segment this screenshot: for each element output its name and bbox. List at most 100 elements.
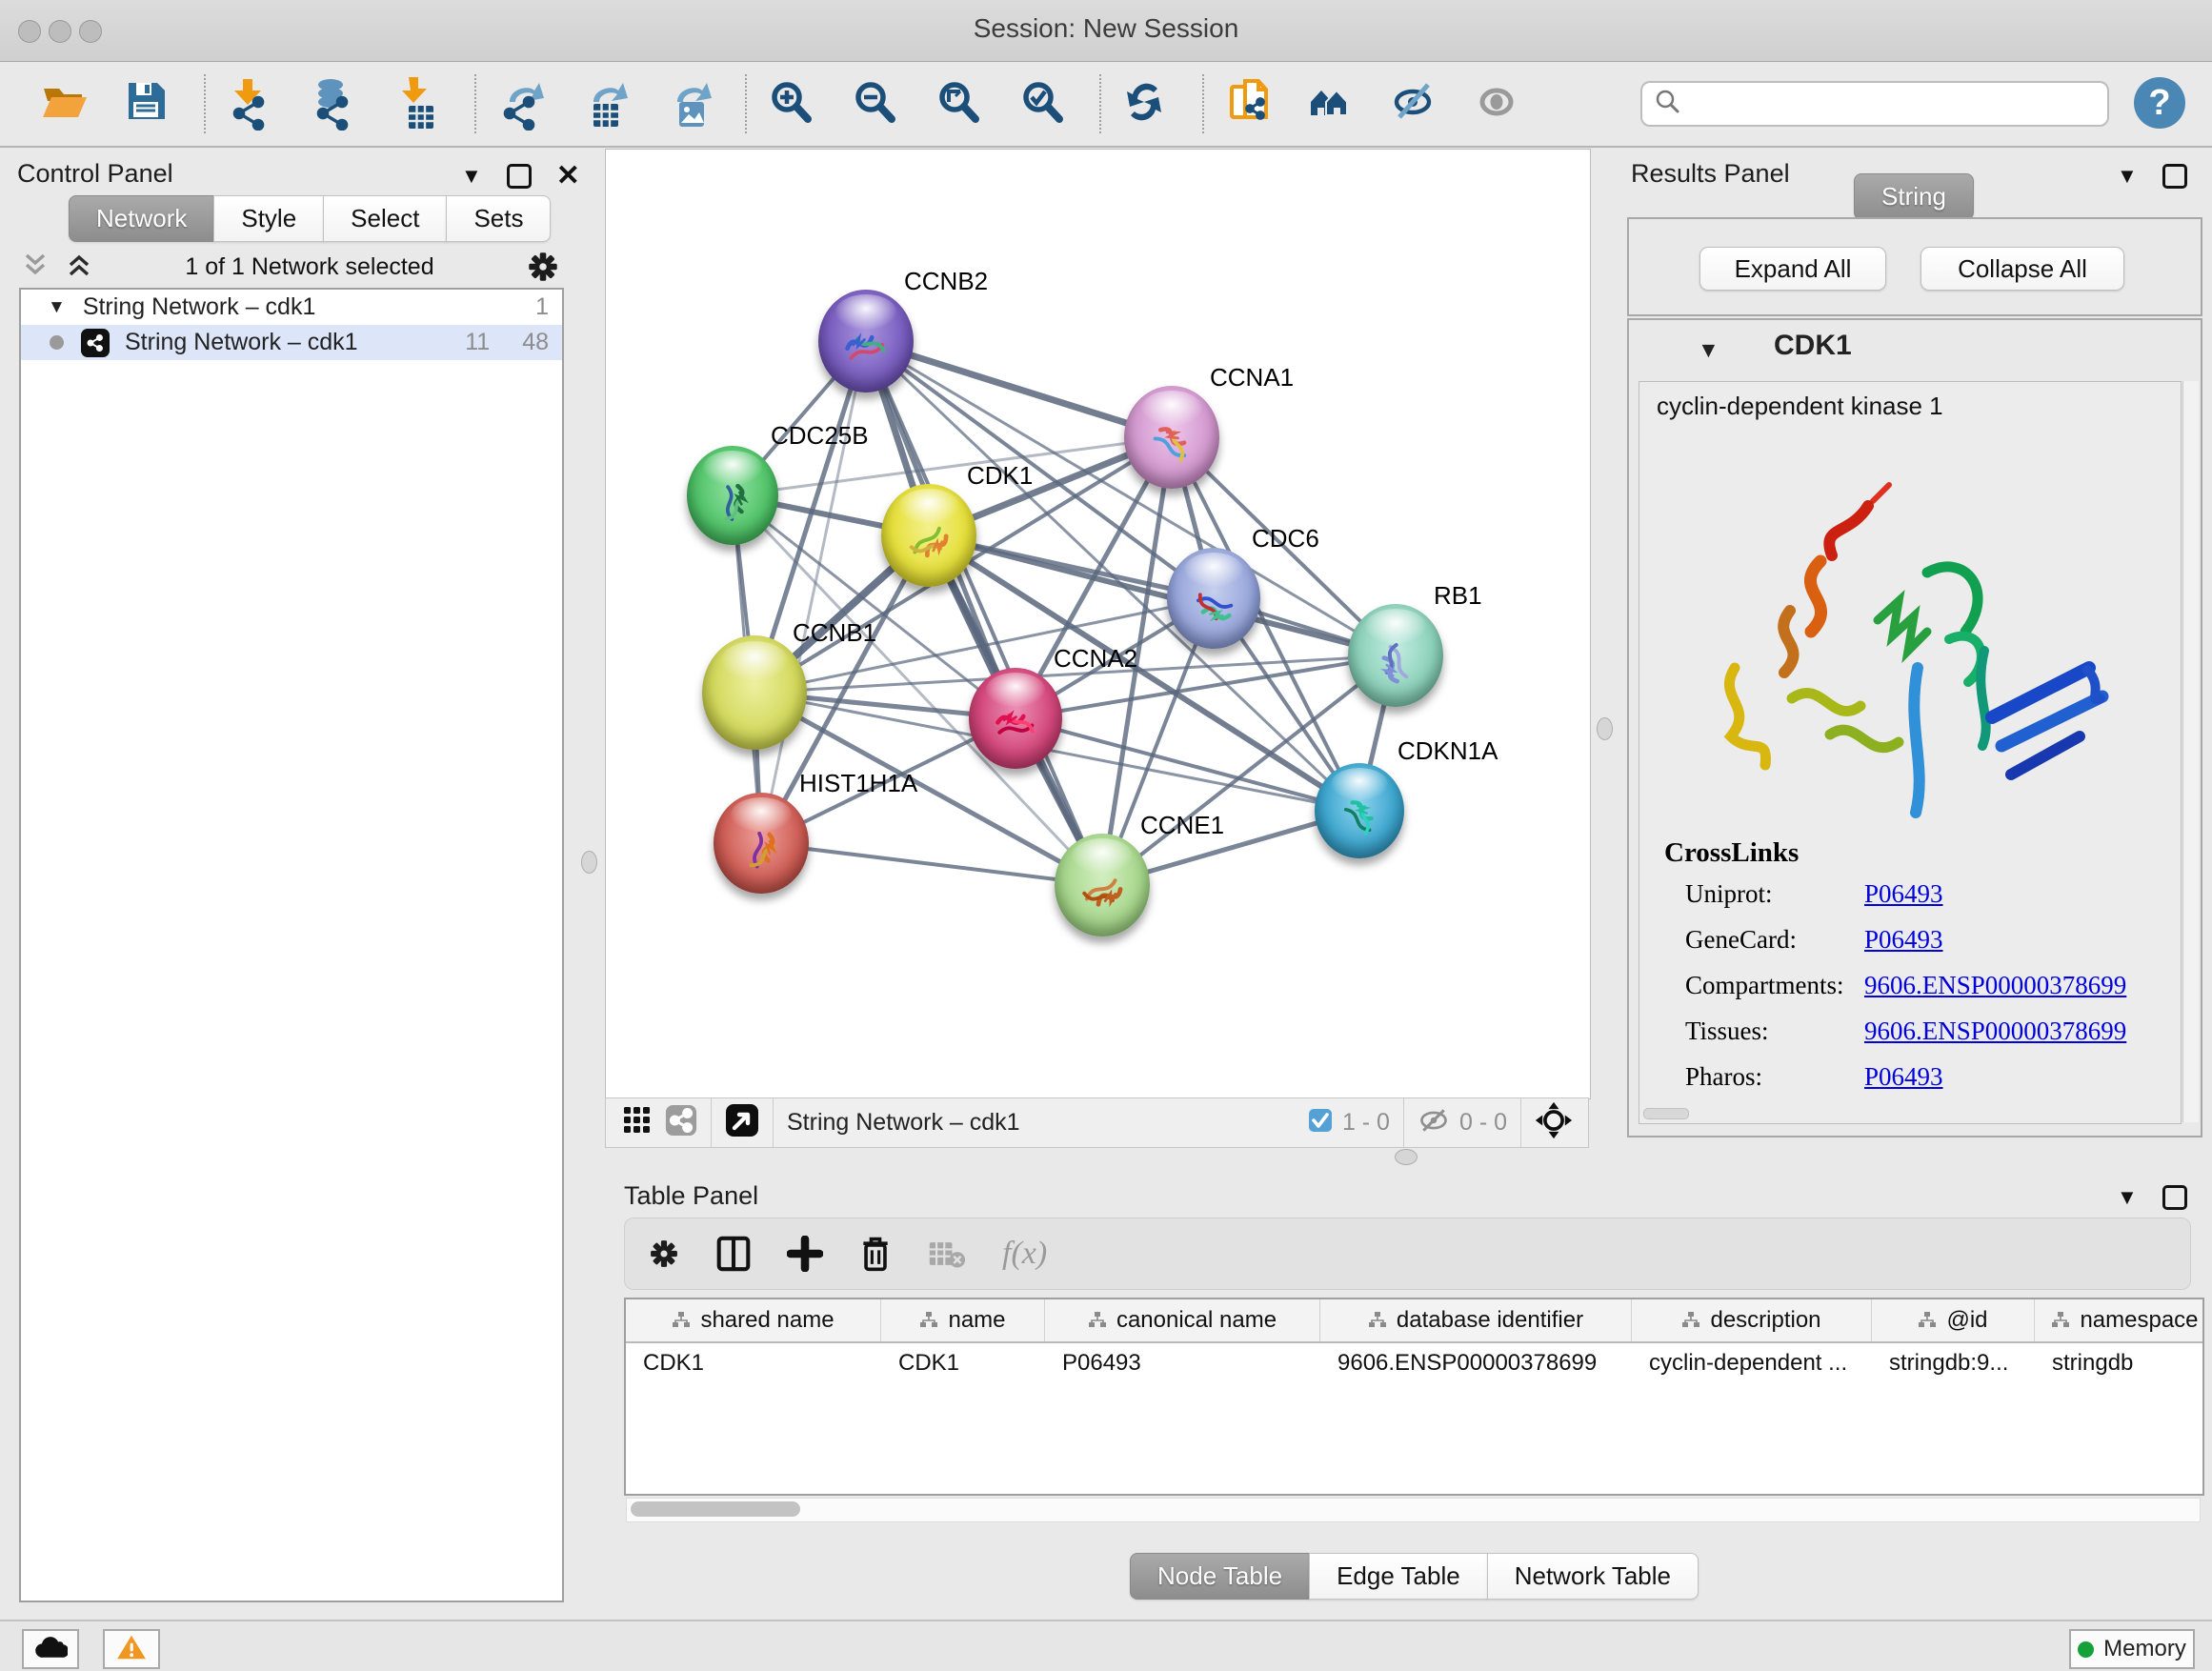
splitter-handle[interactable]: [1597, 717, 1613, 740]
column-header-namespace[interactable]: namespace: [2035, 1299, 2204, 1341]
node-CCNB2[interactable]: [818, 290, 914, 393]
cell-name[interactable]: CDK1: [881, 1343, 1045, 1383]
table-panel-menu-icon[interactable]: ▼: [2117, 1185, 2138, 1210]
import-network-icon[interactable]: [221, 73, 276, 134]
import-table-icon[interactable]: [389, 73, 444, 134]
fit-content-crosshair-icon[interactable]: [1535, 1101, 1573, 1144]
open-session-icon[interactable]: [34, 73, 90, 134]
control-panel-menu-icon[interactable]: ▼: [461, 164, 482, 189]
column-header-@id[interactable]: @id: [1872, 1299, 2035, 1341]
cell-namespace[interactable]: stringdb: [2035, 1343, 2204, 1383]
node-CCNA1[interactable]: [1124, 386, 1219, 489]
edge-HIST1H1A-CCNE1[interactable]: [761, 843, 1102, 885]
node-CDC25B[interactable]: [687, 446, 778, 545]
column-header-name[interactable]: name: [881, 1299, 1045, 1341]
table-panel-float-icon[interactable]: [2162, 1185, 2187, 1210]
node-CCNB1[interactable]: [702, 635, 807, 750]
create-column-plus-icon[interactable]: [787, 1236, 823, 1272]
grid-view-icon[interactable]: [623, 1106, 652, 1139]
control-panel-close-icon[interactable]: ✕: [556, 164, 580, 189]
column-header-description[interactable]: description: [1632, 1299, 1872, 1341]
cell-shared-name[interactable]: CDK1: [626, 1343, 881, 1383]
cell-canonical-name[interactable]: P06493: [1045, 1343, 1320, 1383]
search-input[interactable]: [1690, 90, 2107, 118]
cloud-button[interactable]: [22, 1629, 79, 1669]
clone-network-icon[interactable]: [1219, 73, 1275, 134]
apply-layout-icon[interactable]: [1116, 73, 1172, 134]
splitter-handle[interactable]: [1395, 1149, 1418, 1165]
cell-@id[interactable]: stringdb:9...: [1872, 1343, 2035, 1383]
expand-all-networks-icon[interactable]: [65, 251, 93, 284]
tab-string[interactable]: String: [1854, 173, 1974, 220]
tab-network[interactable]: Network: [69, 195, 214, 242]
results-hscroll-thumb[interactable]: [1643, 1108, 1689, 1119]
results-panel-float-icon[interactable]: [2162, 164, 2187, 189]
tab-style[interactable]: Style: [213, 195, 324, 242]
memory-button[interactable]: Memory: [2069, 1629, 2195, 1669]
crosslink-link[interactable]: P06493: [1864, 879, 1943, 909]
import-network-from-database-icon[interactable]: [305, 73, 360, 134]
export-table-icon[interactable]: [575, 73, 631, 134]
first-neighbors-icon[interactable]: [1303, 73, 1358, 134]
tab-network-table[interactable]: Network Table: [1487, 1553, 1699, 1600]
control-panel-float-icon[interactable]: [507, 164, 532, 189]
network-options-gear-icon[interactable]: [526, 250, 560, 284]
table-hscroll-thumb[interactable]: [631, 1501, 800, 1517]
expand-all-button[interactable]: Expand All: [1699, 247, 1886, 291]
warning-button[interactable]: [103, 1629, 160, 1669]
node-CDK1[interactable]: [881, 484, 976, 587]
edge-CCNB2-CCNE1[interactable]: [866, 341, 1102, 885]
table-row[interactable]: CDK1CDK1P064939606.ENSP00000378699cyclin…: [626, 1343, 2202, 1383]
table-settings-gear-icon[interactable]: [648, 1238, 680, 1270]
table-hscrollbar[interactable]: [626, 1498, 2201, 1522]
show-columns-icon[interactable]: [716, 1236, 751, 1272]
zoom-fit-icon[interactable]: [930, 73, 985, 134]
splitter-handle[interactable]: [581, 851, 597, 874]
node-HIST1H1A[interactable]: [714, 793, 809, 894]
crosslink-link[interactable]: 9606.ENSP00000378699: [1864, 1017, 2126, 1046]
tab-sets[interactable]: Sets: [446, 195, 551, 242]
cell-description[interactable]: cyclin-dependent ...: [1632, 1343, 1872, 1383]
tab-node-table[interactable]: Node Table: [1130, 1553, 1310, 1600]
cell-database-identifier[interactable]: 9606.ENSP00000378699: [1320, 1343, 1632, 1383]
gene-collapse-icon[interactable]: ▼: [1698, 337, 1719, 363]
save-session-icon[interactable]: [118, 73, 173, 134]
column-header-canonical-name[interactable]: canonical name: [1045, 1299, 1320, 1341]
collapse-all-button[interactable]: Collapse All: [1920, 247, 2124, 291]
hidden-eye-icon[interactable]: [1418, 1107, 1450, 1138]
export-network-icon[interactable]: [492, 73, 547, 134]
crosslink-link[interactable]: P06493: [1864, 925, 1943, 955]
zoom-selected-icon[interactable]: [1014, 73, 1069, 134]
help-button[interactable]: ?: [2134, 77, 2185, 129]
zoom-out-icon[interactable]: [846, 73, 901, 134]
network-row-selected[interactable]: String Network – cdk1 11 48: [21, 325, 562, 360]
tab-select[interactable]: Select: [323, 195, 447, 242]
collapse-all-networks-icon[interactable]: [21, 251, 50, 284]
zoom-in-icon[interactable]: [762, 73, 817, 134]
edge-CCNB2-HIST1H1A[interactable]: [761, 341, 866, 843]
column-header-database-identifier[interactable]: database identifier: [1320, 1299, 1632, 1341]
birds-eye-view-icon[interactable]: [725, 1103, 759, 1142]
delete-column-trash-icon[interactable]: [859, 1236, 892, 1272]
node-CCNA2[interactable]: [969, 668, 1062, 769]
edge-CDK1-RB1[interactable]: [929, 535, 1396, 655]
collection-collapse-icon[interactable]: ▼: [48, 297, 66, 318]
crosslink-link[interactable]: 9606.ENSP00000378699: [1864, 971, 2126, 1000]
search-box[interactable]: [1640, 81, 2109, 127]
results-scrollbar[interactable]: [2182, 381, 2199, 1122]
node-RB1[interactable]: [1348, 604, 1443, 707]
crosslink-link[interactable]: P06493: [1864, 1062, 1943, 1092]
results-panel-menu-icon[interactable]: ▼: [2117, 164, 2138, 189]
network-collection-row[interactable]: ▼ String Network – cdk1 1: [21, 290, 562, 325]
node-CCNE1[interactable]: [1055, 834, 1150, 936]
node-CDKN1A[interactable]: [1315, 763, 1404, 858]
selected-count-checkbox-icon[interactable]: [1308, 1108, 1333, 1137]
network-view-share-icon[interactable]: [665, 1104, 697, 1141]
show-all-icon[interactable]: [1471, 73, 1526, 134]
node-CDC6[interactable]: [1167, 548, 1260, 649]
column-header-shared-name[interactable]: shared name: [626, 1299, 881, 1341]
export-image-icon[interactable]: [659, 73, 714, 134]
tab-edge-table[interactable]: Edge Table: [1309, 1553, 1488, 1600]
network-canvas[interactable]: CCNB2 CCNA1 CDC25B CDK1 CDC6 RB1CCNB1: [605, 149, 1591, 1099]
hide-selected-icon[interactable]: [1387, 73, 1442, 134]
